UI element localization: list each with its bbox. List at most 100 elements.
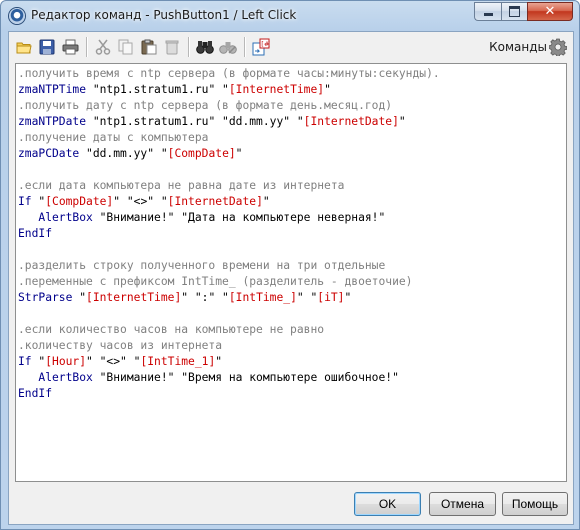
window-title: Редактор команд - PushButton1 / Left Cli…: [31, 8, 297, 22]
delete-icon[interactable]: [163, 38, 181, 56]
code-token: .количеству часов из интернета: [18, 339, 223, 352]
help-button[interactable]: Помощь: [502, 492, 568, 516]
code-token: .получить время с ntp сервера (в формате…: [18, 67, 440, 80]
code-token: ": [235, 147, 243, 160]
code-token: ": [31, 195, 46, 208]
maximize-icon: [509, 6, 520, 17]
code-line[interactable]: [18, 162, 566, 178]
maximize-button[interactable]: [501, 2, 527, 21]
print-icon[interactable]: [61, 38, 79, 56]
code-token: .переменные с префиксом IntTime_ (раздел…: [18, 275, 413, 288]
code-line[interactable]: zmaNTPDate "ntp1.stratum1.ru" "dd.mm.yy"…: [18, 114, 566, 130]
code-line[interactable]: .если дата компьютера не равна дате из и…: [18, 178, 566, 194]
code-token: .разделить строку полученного времени на…: [18, 259, 386, 272]
code-line[interactable]: StrParse "[InternetTime]" ":" "[IntTime_…: [18, 290, 566, 306]
code-line[interactable]: [18, 306, 566, 322]
code-token: [InternetDate]: [303, 115, 399, 128]
paste-icon[interactable]: [140, 38, 158, 56]
code-token: "ntp1.stratum1.ru" "dd.mm.yy": [86, 115, 297, 128]
caption-buttons: ✕: [474, 2, 573, 21]
code-token: [Hour]: [45, 355, 87, 368]
cut-icon[interactable]: [94, 38, 112, 56]
code-token: ": [324, 83, 331, 96]
toolbar: [#] Команды: [9, 32, 573, 62]
svg-text:[#]: [#]: [261, 40, 270, 48]
code-line[interactable]: .получить дату с ntp сервера (в формате …: [18, 98, 566, 114]
code-token: .получить дату с ntp сервера (в формате …: [18, 99, 393, 112]
code-token: ": [222, 83, 229, 96]
code-token: ": [160, 147, 168, 160]
code-token: [InternetDate]: [167, 195, 263, 208]
app-icon: [9, 8, 25, 24]
code-token: ": [296, 115, 304, 128]
code-token: zmaNTPTime: [18, 83, 87, 96]
code-token: zmaNTPDate: [18, 115, 87, 128]
code-token: AlertBox: [18, 211, 93, 224]
code-line[interactable]: .получение даты с компьютера: [18, 130, 566, 146]
insert-variable-icon[interactable]: [#]: [252, 38, 270, 56]
code-token: .если количество часов на компьютере не …: [18, 323, 325, 336]
save-icon[interactable]: [38, 38, 56, 56]
code-line[interactable]: .количеству часов из интернета: [18, 338, 566, 354]
code-line[interactable]: .получить время с ntp сервера (в формате…: [18, 66, 566, 82]
code-token: "Внимание!" "Дата на компьютере неверная…: [92, 211, 386, 224]
code-line[interactable]: .разделить строку полученного времени на…: [18, 258, 566, 274]
code-line[interactable]: EndIf: [18, 226, 566, 242]
find-next-icon[interactable]: [219, 38, 237, 56]
minimize-icon: [483, 13, 493, 16]
code-line[interactable]: EndIf: [18, 386, 566, 402]
code-token: [InternetTime]: [86, 291, 182, 304]
code-token: If: [18, 195, 32, 208]
commands-label[interactable]: Команды: [489, 40, 547, 54]
code-token: " "<>" ": [86, 355, 141, 368]
script-editor[interactable]: .получить время с ntp сервера (в формате…: [15, 63, 567, 482]
code-token: [CompDate]: [167, 147, 236, 160]
gear-icon[interactable]: [548, 38, 568, 58]
code-token: " "<>" ": [113, 195, 168, 208]
code-token: ": [262, 195, 270, 208]
code-token: "dd.mm.yy": [79, 147, 161, 160]
cancel-button[interactable]: Отмена: [429, 492, 496, 516]
close-icon: ✕: [544, 4, 556, 19]
code-token: .если дата компьютера не равна дате из и…: [18, 179, 345, 192]
code-line[interactable]: AlertBox "Внимание!" "Дата на компьютере…: [18, 210, 566, 226]
code-line[interactable]: If "[Hour]" "<>" "[IntTime_1]": [18, 354, 566, 370]
code-line[interactable]: [18, 242, 566, 258]
toolbar-separator: [244, 37, 246, 57]
toolbar-separator: [188, 37, 190, 57]
code-token: EndIf: [18, 227, 53, 240]
code-token: zmaPCDate: [18, 147, 80, 160]
code-token: ": [344, 291, 352, 304]
code-token: ": [215, 355, 223, 368]
code-token: "Внимание!" "Время на компьютере ошибочн…: [92, 371, 399, 384]
minimize-button[interactable]: [474, 2, 501, 21]
code-line[interactable]: If "[CompDate]" "<>" "[InternetDate]": [18, 194, 566, 210]
title-bar[interactable]: Редактор команд - PushButton1 / Left Cli…: [1, 1, 579, 31]
code-token: ": [31, 355, 46, 368]
code-token: EndIf: [18, 387, 53, 400]
open-folder-icon[interactable]: [15, 38, 33, 56]
copy-icon[interactable]: [117, 38, 135, 56]
code-token: "ntp1.stratum1.ru": [86, 83, 223, 96]
ok-button[interactable]: OK: [354, 492, 421, 516]
code-line[interactable]: .если количество часов на компьютере не …: [18, 322, 566, 338]
dialog-body: [#] Команды .получить время с ntp сервер…: [8, 31, 574, 525]
code-token: [IntTime_]: [228, 291, 297, 304]
code-line[interactable]: zmaNTPTime "ntp1.stratum1.ru" "[Internet…: [18, 82, 566, 98]
code-token: " ": [296, 291, 318, 304]
code-line[interactable]: .переменные с префиксом IntTime_ (раздел…: [18, 274, 566, 290]
code-token: [InternetTime]: [228, 83, 325, 96]
command-editor-window: Редактор команд - PushButton1 / Left Cli…: [0, 0, 580, 530]
code-token: StrParse: [18, 291, 73, 304]
ok-button-label: OK: [378, 497, 397, 511]
find-icon[interactable]: [196, 38, 214, 56]
code-line[interactable]: zmaPCDate "dd.mm.yy" "[CompDate]": [18, 146, 566, 162]
close-button[interactable]: ✕: [527, 2, 573, 21]
code-token: If: [18, 355, 32, 368]
code-token: [CompDate]: [45, 195, 114, 208]
code-token: " ":" ": [181, 291, 229, 304]
code-line[interactable]: AlertBox "Внимание!" "Время на компьютер…: [18, 370, 566, 386]
cancel-button-label: Отмена: [440, 497, 485, 511]
code-token: [IntTime_1]: [140, 355, 216, 368]
code-token: ": [72, 291, 87, 304]
